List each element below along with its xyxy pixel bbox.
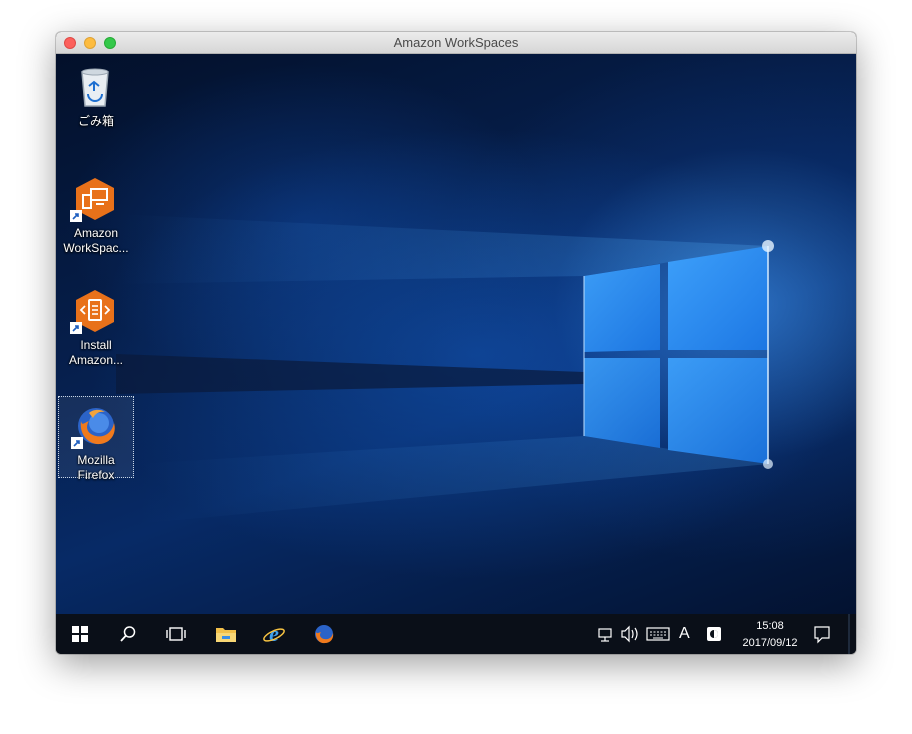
shortcut-arrow-icon (70, 322, 82, 334)
start-button[interactable] (56, 614, 104, 654)
notification-icon (814, 626, 830, 644)
icon-label-line: Mozilla (77, 453, 115, 467)
show-desktop-button[interactable] (848, 614, 850, 654)
ime-pad-button[interactable] (706, 614, 722, 654)
volume-control[interactable] (620, 614, 640, 654)
icon-label-line: ごみ箱 (77, 114, 114, 128)
app-window: Amazon WorkSpaces ごみ箱 Amazon WorkSpac...… (56, 32, 856, 654)
task-view-button[interactable] (152, 614, 200, 654)
icon-label-line: WorkSpac... (63, 241, 129, 255)
desktop-icon-label: Install Amazon... (60, 338, 132, 368)
svg-text:e: e (269, 623, 279, 645)
taskbar: e A 15:08 2017/09/12 (56, 614, 856, 654)
action-center-button[interactable] (812, 614, 832, 654)
taskbar-clock[interactable]: 15:08 2017/09/12 (732, 619, 808, 650)
task-view-icon (166, 627, 186, 641)
desktop-icon-label: Mozilla Firefox (61, 453, 131, 483)
network-icon (598, 628, 612, 642)
file-explorer-icon (216, 628, 236, 642)
title-bar[interactable]: Amazon WorkSpaces (56, 32, 856, 54)
recycle-bin-icon (81, 68, 109, 107)
internet-explorer-button[interactable]: e (250, 614, 298, 654)
internet-explorer-icon: e (263, 623, 285, 645)
firefox-taskbar-button[interactable] (300, 614, 348, 654)
windows-wallpaper (116, 214, 774, 524)
icon-label-line: Install (80, 338, 112, 352)
start-icon (72, 626, 88, 642)
shortcut-arrow-icon (70, 210, 82, 222)
desktop-icon-label: ごみ箱 (60, 114, 132, 129)
icon-label-line: Amazon... (68, 353, 124, 367)
desktop-icon-amazon-workspaces[interactable]: Amazon WorkSpac... (58, 170, 134, 255)
search-button[interactable] (104, 614, 152, 654)
desktop-icon-install-amazon[interactable]: Install Amazon... (58, 282, 134, 367)
search-icon (120, 626, 136, 642)
desktop-icon-label: Amazon WorkSpac... (60, 226, 132, 256)
clock-time: 15:08 (756, 620, 784, 632)
ime-mode-indicator[interactable]: A (679, 625, 690, 643)
window-title: Amazon WorkSpaces (393, 35, 519, 50)
desktop[interactable]: ごみ箱 Amazon WorkSpac... Install Amazon...… (56, 54, 856, 614)
volume-icon (621, 625, 638, 643)
file-explorer-button[interactable] (202, 614, 250, 654)
firefox-icon (315, 625, 334, 644)
clock-date: 2017/09/12 (742, 637, 798, 649)
keyboard-icon (646, 627, 670, 641)
shortcut-arrow-icon (71, 437, 83, 449)
icon-label-line: Amazon (73, 226, 119, 240)
desktop-icon-firefox[interactable]: Mozilla Firefox (58, 396, 134, 482)
icon-label-line: Firefox (77, 468, 115, 482)
touch-keyboard-button[interactable] (646, 614, 670, 654)
network-status[interactable] (596, 614, 614, 654)
ime-options-icon (707, 627, 721, 641)
desktop-icon-recycle-bin[interactable]: ごみ箱 (58, 58, 134, 140)
